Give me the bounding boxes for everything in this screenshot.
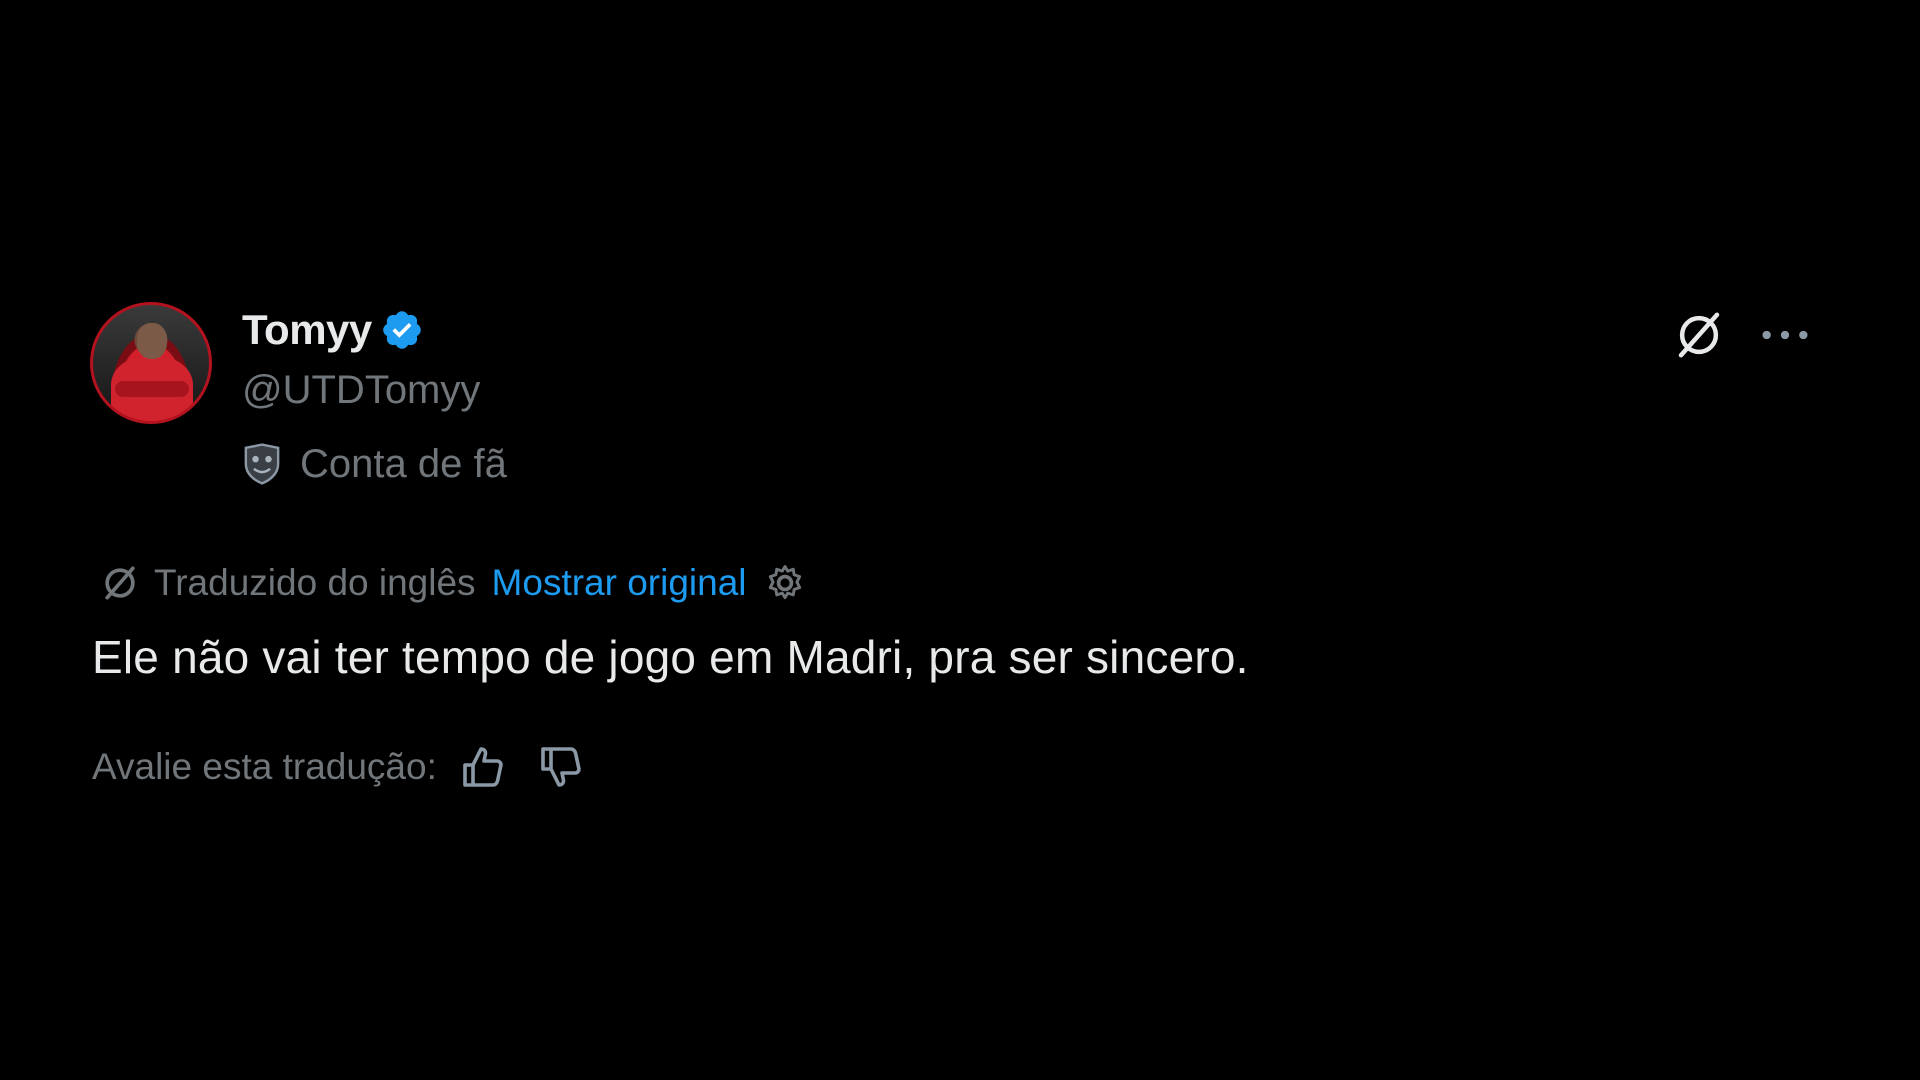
author-block: Tomyy @UTDTomyy Conta de fã	[242, 300, 507, 490]
more-icon[interactable]	[1760, 325, 1810, 345]
display-name[interactable]: Tomyy	[242, 306, 372, 354]
tweet-text: Ele não vai ter tempo de jogo em Madri, …	[92, 631, 1249, 683]
affiliation-label: Conta de fã	[242, 438, 507, 490]
verified-badge-icon[interactable]	[380, 308, 424, 352]
gear-icon[interactable]	[763, 561, 807, 605]
show-original-link[interactable]: Mostrar original	[492, 562, 747, 604]
thumbs-down-icon[interactable]	[537, 743, 585, 791]
handle[interactable]: @UTDTomyy	[242, 364, 507, 416]
name-row: Tomyy	[242, 300, 507, 360]
avatar-arms	[115, 381, 189, 397]
grok-icon[interactable]	[1672, 308, 1726, 362]
shield-icon	[244, 443, 280, 485]
affiliation-label-text: Conta de fã	[300, 441, 507, 486]
translated-from-label: Traduzido do inglês	[154, 562, 476, 603]
rate-translation-label: Avalie esta tradução:	[92, 746, 437, 787]
thumbs-up-icon[interactable]	[459, 743, 507, 791]
avatar[interactable]	[90, 302, 212, 424]
translate-icon	[105, 566, 135, 600]
top-actions	[1672, 308, 1810, 362]
page: Tomyy @UTDTomyy Conta de fã Traduzido do…	[0, 0, 1920, 1080]
avatar-head	[137, 323, 167, 359]
translation-notice: Traduzido do inglês Mostrar original	[98, 558, 807, 608]
rate-translation: Avalie esta tradução:	[92, 740, 585, 794]
